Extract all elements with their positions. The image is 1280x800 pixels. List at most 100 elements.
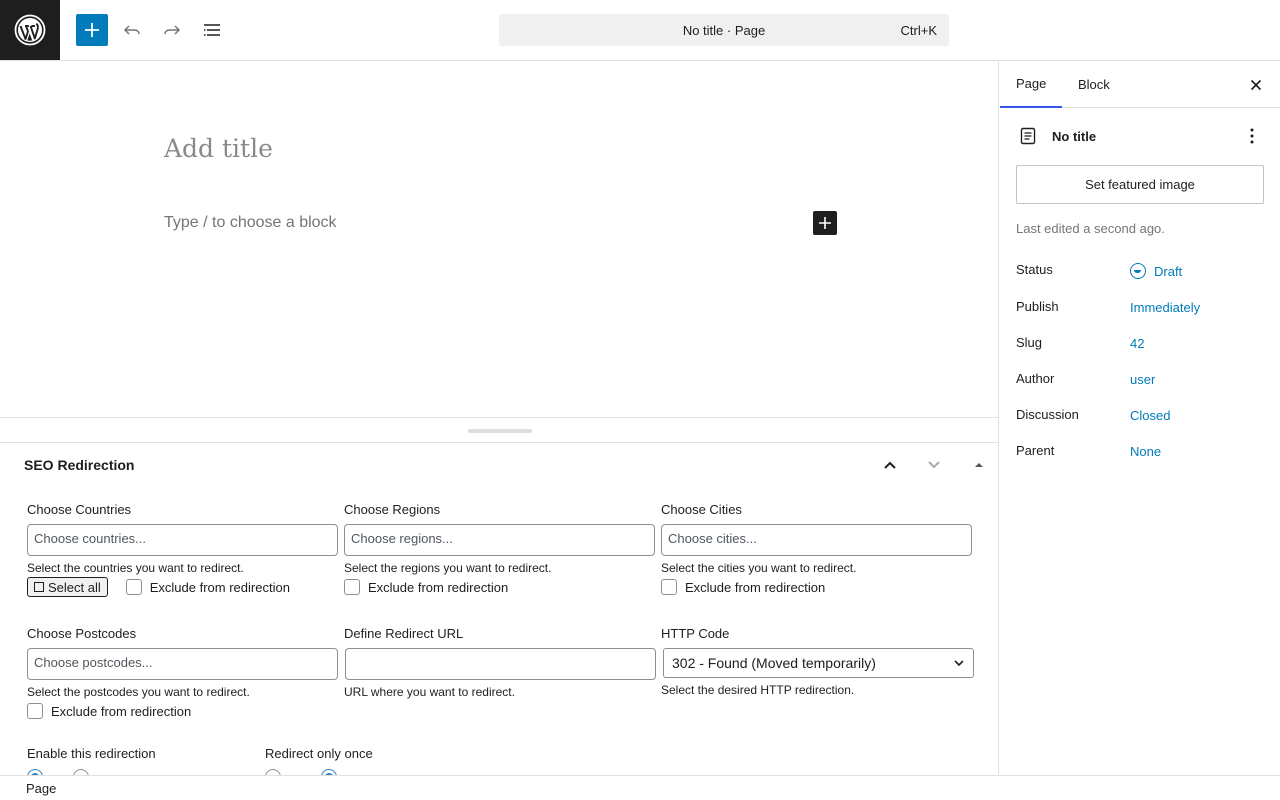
discussion-row: Discussion Closed (1016, 407, 1264, 427)
http-code-value: 302 - Found (Moved temporarily) (672, 655, 876, 671)
countries-exclude-label: Exclude from redirection (149, 579, 290, 595)
regions-field: Choose Regions Choose regions... Select … (344, 502, 656, 597)
chevron-up-icon (884, 461, 896, 469)
author-row: Author user (1016, 371, 1264, 391)
slug-label: Slug (1016, 335, 1043, 350)
drag-handle[interactable] (468, 429, 532, 433)
document-overview-button[interactable] (196, 14, 228, 46)
status-value[interactable]: Draft (1130, 263, 1182, 279)
redo-button[interactable] (156, 14, 188, 46)
cities-exclude-checkbox[interactable] (661, 579, 677, 595)
postcodes-help: Select the postcodes you want to redirec… (27, 685, 250, 699)
regions-help: Select the regions you want to redirect. (344, 561, 552, 575)
redirect-once-field: Redirect only once (265, 746, 485, 776)
cities-label: Choose Cities (661, 502, 742, 517)
author-value[interactable]: user (1130, 372, 1155, 387)
editor-canvas: Add title Type / to choose a block (0, 61, 999, 418)
block-breadcrumb-bar: Page (0, 775, 1280, 800)
redirect-url-label: Define Redirect URL (344, 626, 464, 641)
status-row: Status Draft (1016, 262, 1264, 282)
document-actions-button[interactable] (1240, 124, 1264, 148)
close-icon (1250, 79, 1262, 91)
publish-value[interactable]: Immediately (1130, 300, 1200, 315)
chevron-down-icon (928, 461, 940, 469)
status-value-text: Draft (1154, 263, 1183, 279)
set-featured-image-button[interactable]: Set featured image (1016, 165, 1264, 204)
shortcut-hint: Ctrl+K (900, 23, 937, 38)
postcodes-exclude-checkbox[interactable] (27, 703, 43, 719)
caret-up-icon (975, 463, 983, 467)
enable-label: Enable this redirection (27, 746, 156, 761)
regions-exclude-checkbox[interactable] (344, 579, 360, 595)
postcodes-exclude-label: Exclude from redirection (51, 703, 192, 719)
breadcrumb-page[interactable]: Page (26, 781, 56, 796)
last-edited-text: Last edited a second ago. (1016, 221, 1165, 236)
block-inserter-button[interactable] (76, 14, 108, 46)
redirect-url-field: Define Redirect URL URL where you want t… (344, 626, 656, 699)
countries-exclude-checkbox[interactable] (125, 579, 142, 595)
http-code-label: HTTP Code (661, 626, 730, 641)
sidebar-tabs: Page Block (1000, 61, 1280, 108)
undo-button[interactable] (116, 14, 148, 46)
http-code-help: Select the desired HTTP redirection. (661, 683, 855, 697)
slug-value[interactable]: 42 (1130, 336, 1144, 351)
cities-input[interactable]: Choose cities... (661, 524, 972, 556)
parent-label: Parent (1016, 443, 1055, 458)
undo-icon (123, 25, 140, 35)
document-card: No title (1016, 124, 1264, 148)
postcodes-field: Choose Postcodes Choose postcodes... Sel… (27, 626, 339, 721)
editor-header: No title · Page Ctrl+K (0, 0, 1280, 61)
regions-input[interactable]: Choose regions... (344, 524, 655, 556)
parent-value[interactable]: None (1130, 444, 1161, 459)
redirect-url-help: URL where you want to redirect. (344, 685, 515, 699)
move-down-button[interactable] (922, 453, 946, 477)
toggle-panel-button[interactable] (967, 453, 991, 477)
cities-field: Choose Cities Choose cities... Select th… (661, 502, 973, 597)
parent-row: Parent None (1016, 443, 1264, 463)
enable-field: Enable this redirection (27, 746, 247, 776)
postcodes-label: Choose Postcodes (27, 626, 137, 641)
metabox-title: SEO Redirection (24, 457, 135, 473)
http-code-field: HTTP Code 302 - Found (Moved temporarily… (661, 626, 974, 697)
http-code-select[interactable]: 302 - Found (Moved temporarily) (663, 648, 974, 678)
close-sidebar-button[interactable] (1244, 73, 1268, 97)
metabox-resize-handle[interactable] (0, 417, 999, 443)
seo-redirection-metabox: SEO Redirection Choose Countries Choose … (0, 443, 999, 776)
countries-help: Select the countries you want to redirec… (27, 561, 244, 575)
move-up-button[interactable] (878, 453, 902, 477)
plus-icon (85, 23, 99, 37)
settings-sidebar: Page Block No title Set featured image L… (1000, 61, 1280, 775)
inline-inserter-button[interactable] (813, 211, 837, 235)
more-vertical-icon (1250, 128, 1254, 144)
tab-block[interactable]: Block (1062, 61, 1126, 108)
regions-label: Choose Regions (344, 502, 441, 517)
cities-exclude-label: Exclude from redirection (685, 579, 826, 595)
discussion-value[interactable]: Closed (1130, 408, 1170, 423)
countries-input[interactable]: Choose countries... (27, 524, 338, 556)
countries-field: Choose Countries Choose countries... Sel… (27, 502, 339, 597)
select-all-label: Select all (48, 579, 101, 595)
default-block-placeholder[interactable]: Type / to choose a block (164, 214, 337, 232)
tab-page[interactable]: Page (1000, 61, 1063, 108)
redirect-once-label: Redirect only once (265, 746, 373, 761)
cities-help: Select the cities you want to redirect. (661, 561, 857, 575)
discussion-label: Discussion (1016, 407, 1079, 422)
list-view-icon (204, 24, 220, 36)
document-title: No title (1052, 128, 1097, 144)
redirect-url-input[interactable] (345, 648, 656, 680)
publish-row: Publish Immediately (1016, 299, 1264, 319)
publish-label: Publish (1016, 299, 1059, 314)
document-title: No title · Page (682, 22, 766, 38)
select-all-button[interactable]: Select all (27, 577, 108, 597)
wordpress-logo-icon[interactable] (0, 0, 60, 60)
countries-label: Choose Countries (27, 502, 132, 517)
author-label: Author (1016, 371, 1055, 386)
command-palette-button[interactable]: No title · Page Ctrl+K (499, 14, 949, 46)
postcodes-input[interactable]: Choose postcodes... (27, 648, 338, 680)
page-icon (1020, 127, 1036, 145)
title-input[interactable]: Add title (164, 134, 273, 163)
select-all-icon (34, 582, 44, 592)
redo-icon (164, 25, 181, 35)
plus-icon (819, 217, 831, 229)
regions-exclude-label: Exclude from redirection (368, 579, 509, 595)
